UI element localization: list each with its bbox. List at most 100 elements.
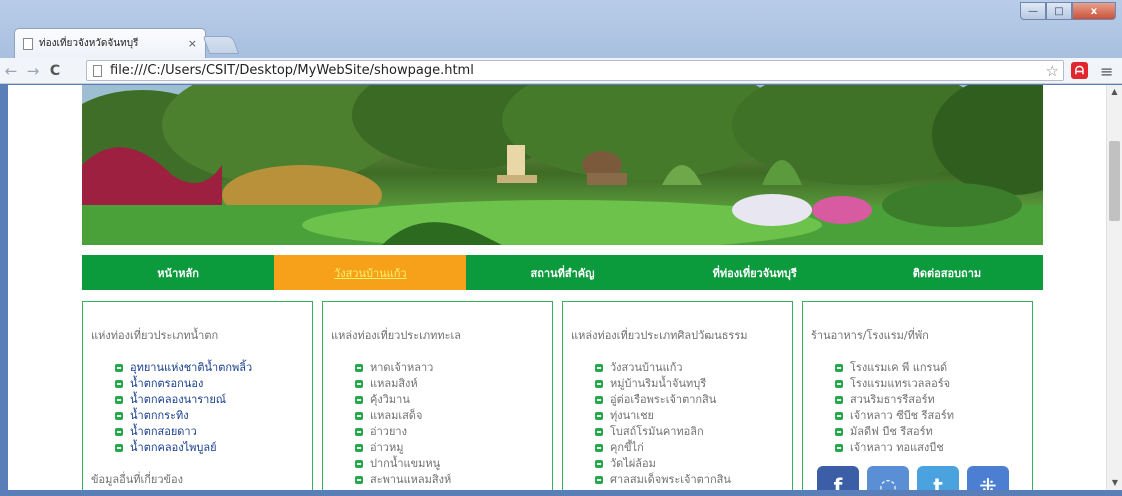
nav-wang-suan-ban-kaeo[interactable]: วังสวนบ้านแก้ว (274, 255, 467, 290)
browser-tab[interactable]: ท่องเที่ยวจังหวัดจันทบุรี × (14, 28, 206, 58)
bullet-icon (835, 380, 843, 388)
list-item[interactable]: น้ำตกตรอกนอง (115, 376, 312, 392)
bullet-icon (355, 444, 363, 452)
bullet-icon (835, 412, 843, 420)
menu-icon[interactable]: ≡ (1100, 62, 1113, 81)
bullet-icon (835, 444, 843, 452)
bullet-icon (355, 412, 363, 420)
panel-title: แห่งท่องเที่ยวประเภทน้ำตก (91, 329, 219, 342)
bullet-icon (355, 460, 363, 468)
list-item[interactable]: ทุ่งนาเชย (595, 408, 792, 424)
list-item[interactable]: เจ้าหลาว ทอแสงบีช (835, 440, 1032, 456)
forward-icon[interactable]: → (22, 62, 44, 80)
list-item[interactable]: ศาลสมเด็จพระเจ้าตากสิน (595, 472, 792, 488)
waterfall-panel: แห่งท่องเที่ยวประเภทน้ำตก อุทยานแห่งชาติ… (82, 301, 313, 490)
bullet-icon (355, 476, 363, 484)
myspace-icon[interactable]: ꔰ (967, 466, 1009, 490)
panel-title: แหล่งท่องเที่ยวประเภททะเล (331, 329, 462, 342)
bullet-icon (595, 364, 603, 372)
list-item[interactable]: สะพานแหลมสิงห์ (355, 472, 552, 488)
list-item[interactable]: เจ้าหลาว ซีบีช รีสอร์ท (835, 408, 1032, 424)
panel-title: แหล่งท่องเที่ยวประเภทศิลปวัฒนธรรม (571, 329, 748, 342)
culture-list: วังสวนบ้านแก้ว หมู่บ้านริมน้ำจันทบุรี อู… (595, 360, 792, 488)
main-nav: หน้าหลัก วังสวนบ้านแก้ว สถานที่สำคัญ ที่… (82, 255, 1044, 290)
scroll-thumb[interactable] (1109, 141, 1120, 221)
maximize-button[interactable]: □ (1046, 2, 1072, 20)
picasa-icon[interactable]: ◌ (867, 466, 909, 490)
list-item[interactable]: สวนริมธารรีสอร์ท (835, 392, 1032, 408)
minimize-button[interactable]: — (1020, 2, 1046, 20)
sea-panel: แหล่งท่องเที่ยวประเภททะเล หาดเจ้าหลาว แห… (322, 301, 553, 490)
reload-icon[interactable]: C (44, 63, 66, 79)
list-item[interactable]: น้ำตกคลองไพบูลย์ (115, 440, 312, 456)
new-tab-button[interactable] (202, 36, 240, 54)
scroll-down-icon[interactable]: ▼ (1107, 476, 1122, 490)
bookmark-star-icon[interactable]: ☆ (1046, 62, 1059, 80)
window-bottom-border (0, 490, 1122, 496)
list-item[interactable]: โบสถ์โรมันคาทอลิก (595, 424, 792, 440)
bullet-icon (595, 444, 603, 452)
nav-attractions[interactable]: ที่ท่องเที่ยวจันทบุรี (658, 255, 851, 290)
list-item[interactable]: น้ำตกสอยดาว (115, 424, 312, 440)
list-item[interactable]: หาดเจ้าหลาว (355, 360, 552, 376)
bullet-icon (595, 396, 603, 404)
bullet-icon (355, 428, 363, 436)
list-item[interactable]: คุกขี้ไก่ (595, 440, 792, 456)
sea-list: หาดเจ้าหลาว แหลมสิงห์ คุ้งวิมาน แหลมเสด็… (355, 360, 552, 488)
bullet-icon (355, 380, 363, 388)
related-info-heading: ข้อมูลอื่นที่เกี่ยวข้อง (91, 473, 184, 486)
food-hotel-panel: ร้านอาหาร/โรงแรม/ที่พัก โรงแรมเค พี แกรน… (802, 301, 1033, 490)
address-bar[interactable]: file:///C:/Users/CSIT/Desktop/MyWebSite/… (86, 60, 1064, 81)
page-icon (23, 37, 33, 50)
facebook-icon[interactable]: f (817, 466, 859, 490)
bullet-icon (115, 380, 123, 388)
list-item[interactable]: ปากน้ำแขมหนู (355, 456, 552, 472)
bullet-icon (355, 364, 363, 372)
list-item[interactable]: แหลมสิงห์ (355, 376, 552, 392)
scroll-up-icon[interactable]: ▲ (1107, 85, 1122, 99)
nav-home[interactable]: หน้าหลัก (82, 255, 275, 290)
page-viewport: หน้าหลัก วังสวนบ้านแก้ว สถานที่สำคัญ ที่… (8, 85, 1106, 490)
bullet-icon (115, 396, 123, 404)
list-item[interactable]: อู่ต่อเรือพระเจ้าตากสิน (595, 392, 792, 408)
url-text: file:///C:/Users/CSIT/Desktop/MyWebSite/… (110, 63, 474, 78)
bullet-icon (355, 396, 363, 404)
header-banner-image (82, 85, 1043, 245)
window-titlebar: ท่องเที่ยวจังหวัดจันทบุรี × — □ x (0, 0, 1122, 58)
bullet-icon (835, 364, 843, 372)
list-item[interactable]: โรงแรมแทรเวลลอร์จ (835, 376, 1032, 392)
list-item[interactable]: คุ้งวิมาน (355, 392, 552, 408)
food-hotel-list: โรงแรมเค พี แกรนด์ โรงแรมแทรเวลลอร์จ สวน… (835, 360, 1032, 456)
waterfall-list: อุทยานแห่งชาติน้ำตกพลิ้ว น้ำตกตรอกนอง น้… (115, 360, 312, 456)
extension-icon[interactable]: ᗩ (1071, 62, 1088, 79)
list-item[interactable]: วังสวนบ้านแก้ว (595, 360, 792, 376)
bullet-icon (835, 428, 843, 436)
list-item[interactable]: แหลมเสด็จ (355, 408, 552, 424)
list-item[interactable]: อุทยานแห่งชาติน้ำตกพลิ้ว (115, 360, 312, 376)
window-controls: — □ x (1020, 2, 1116, 20)
bullet-icon (115, 364, 123, 372)
nav-important-places[interactable]: สถานที่สำคัญ (466, 255, 659, 290)
back-icon[interactable]: ← (0, 62, 22, 80)
list-item[interactable]: อ่าวหมู (355, 440, 552, 456)
list-item[interactable]: น้ำตกกระทิง (115, 408, 312, 424)
browser-toolbar: ← → C file:///C:/Users/CSIT/Desktop/MyWe… (0, 58, 1122, 84)
culture-panel: แหล่งท่องเที่ยวประเภทศิลปวัฒนธรรม วังสวน… (562, 301, 793, 490)
nav-contact[interactable]: ติดต่อสอบถาม (850, 255, 1044, 290)
bullet-icon (595, 460, 603, 468)
close-tab-icon[interactable]: × (182, 37, 197, 50)
vertical-scrollbar[interactable]: ▲ ▼ (1106, 85, 1122, 490)
list-item[interactable]: น้ำตกคลองนารายณ์ (115, 392, 312, 408)
list-item[interactable]: หมู่บ้านริมน้ำจันทบุรี (595, 376, 792, 392)
list-item[interactable]: อ่าวยาง (355, 424, 552, 440)
list-item[interactable]: มัลดีฟ บีช รีสอร์ท (835, 424, 1032, 440)
bullet-icon (595, 380, 603, 388)
bullet-icon (595, 476, 603, 484)
bullet-icon (115, 428, 123, 436)
close-window-button[interactable]: x (1072, 2, 1116, 20)
list-item[interactable]: วัดไผ่ล้อม (595, 456, 792, 472)
twitter-icon[interactable]: t (917, 466, 959, 490)
list-item[interactable]: โรงแรมเค พี แกรนด์ (835, 360, 1032, 376)
bullet-icon (115, 412, 123, 420)
bullet-icon (595, 412, 603, 420)
